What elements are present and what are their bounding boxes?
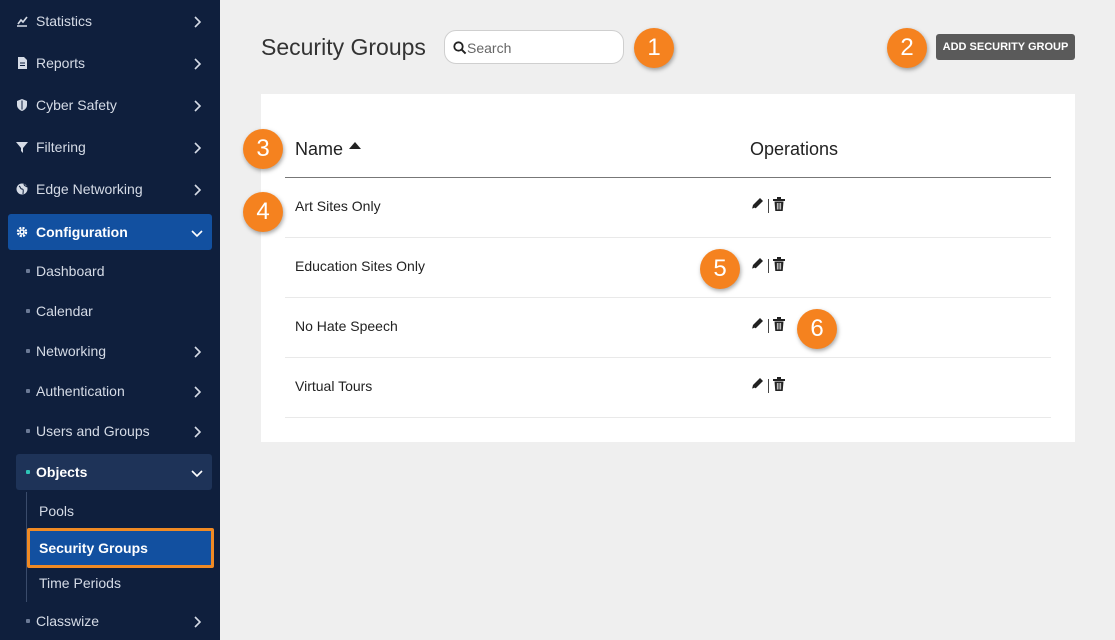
sidebar-item-pools[interactable]: Pools [27,495,212,527]
group-name: No Hate Speech [295,318,398,334]
sidebar-item-label: Users and Groups [36,423,150,439]
table-row: No Hate Speech [285,298,1051,358]
column-header-name[interactable]: Name [295,139,362,160]
edit-pencil-icon[interactable] [750,317,764,336]
sidebar-item-label: Configuration [36,224,128,240]
bullet-icon [22,466,34,478]
chevron-right-icon [191,15,203,28]
group-name: Virtual Tours [295,378,373,394]
column-header-operations: Operations [750,139,839,159]
sidebar-item-authentication[interactable]: Authentication [0,373,220,409]
edit-pencil-icon[interactable] [750,377,764,396]
sidebar-item-label: Time Periods [39,575,121,591]
sidebar-item-statistics[interactable]: Statistics [0,3,220,39]
bullet-icon [22,345,34,357]
sidebar-item-label: Filtering [36,139,86,155]
sidebar-item-configuration[interactable]: Configuration [8,214,212,250]
shield-icon [16,99,28,111]
separator [768,319,769,333]
delete-trash-icon[interactable] [773,196,785,216]
sidebar-item-label: Edge Networking [36,181,143,197]
separator [768,199,769,213]
delete-trash-icon[interactable] [773,376,785,396]
chevron-right-icon [191,425,203,438]
table-row: Education Sites Only [285,238,1051,298]
search-icon [453,41,467,55]
globe-icon [16,183,28,195]
sidebar-item-cyber-safety[interactable]: Cyber Safety [0,87,220,123]
sidebar-item-label: Statistics [36,13,93,29]
bullet-icon [22,425,34,437]
sidebar-item-label: Dashboard [36,263,105,279]
edit-pencil-icon[interactable] [750,197,764,216]
table-row: Virtual Tours [285,358,1051,418]
column-header-label: Name [295,139,344,159]
sidebar-item-calendar[interactable]: Calendar [0,293,220,329]
group-name: Education Sites Only [295,258,425,274]
bullet-icon [22,615,34,627]
delete-trash-icon[interactable] [773,256,785,276]
sidebar-item-label: Reports [36,55,86,71]
sort-ascending-icon [349,142,362,149]
sidebar-item-edge-networking[interactable]: Edge Networking [0,171,220,207]
row-operations [750,256,785,276]
filter-icon [16,141,28,153]
search-box[interactable] [444,30,624,64]
sidebar-item-objects[interactable]: Objects [16,454,212,490]
sidebar-item-label: Pools [39,503,75,519]
row-operations [750,316,785,336]
search-input[interactable] [467,37,617,59]
sidebar-item-label: Objects [36,464,88,480]
gear-icon [16,226,28,238]
sidebar-item-networking[interactable]: Networking [0,333,220,369]
sidebar-item-label: Classwize [36,613,100,629]
sidebar-item-filtering[interactable]: Filtering [0,129,220,165]
chevron-down-icon [191,226,203,238]
chevron-right-icon [191,385,203,398]
sidebar-item-time-periods[interactable]: Time Periods [27,567,212,599]
callout-badge-1: 1 [634,28,674,68]
page-title: Security Groups [261,34,426,60]
callout-badge-5: 5 [700,249,740,289]
document-icon [16,57,28,69]
security-groups-table: Name Operations Art Sites Only Education… [261,94,1075,442]
sidebar-item-users-and-groups[interactable]: Users and Groups [0,413,220,449]
chevron-right-icon [191,183,203,196]
sidebar-item-label: Calendar [36,303,93,319]
sidebar: Statistics Reports Cyber Safety Filterin… [0,0,220,640]
chevron-right-icon [191,99,203,112]
chevron-right-icon [191,345,203,358]
callout-badge-4: 4 [243,192,283,232]
sidebar-item-reports[interactable]: Reports [0,45,220,81]
table-row: Art Sites Only [285,178,1051,238]
sidebar-item-classwize[interactable]: Classwize [0,603,220,639]
bullet-icon [22,385,34,397]
bullet-icon [22,265,34,277]
row-operations [750,196,785,216]
row-operations [750,376,785,396]
bullet-icon [22,305,34,317]
separator [768,259,769,273]
callout-badge-2: 2 [887,28,927,68]
sidebar-item-dashboard[interactable]: Dashboard [0,253,220,289]
chevron-right-icon [191,57,203,70]
chevron-down-icon [191,466,203,478]
sidebar-item-label: Networking [36,343,107,359]
highlight-box [27,528,214,568]
add-security-group-button[interactable]: ADD SECURITY GROUP [936,34,1075,60]
delete-trash-icon[interactable] [773,316,785,336]
callout-badge-6: 6 [797,309,837,349]
group-name: Art Sites Only [295,198,381,214]
chevron-right-icon [191,141,203,154]
callout-badge-3: 3 [243,129,283,169]
sidebar-item-label: Cyber Safety [36,97,117,113]
edit-pencil-icon[interactable] [750,257,764,276]
chart-icon [16,15,28,27]
chevron-right-icon [191,615,203,628]
separator [768,379,769,393]
sidebar-item-label: Authentication [36,383,125,399]
